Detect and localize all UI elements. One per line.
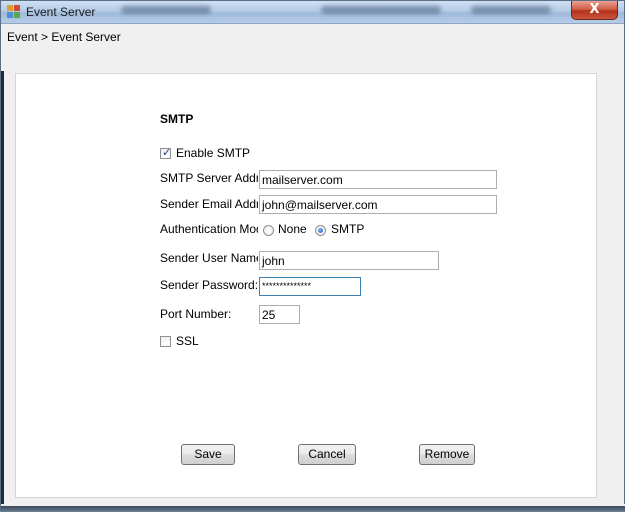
auth-none-label[interactable]: None xyxy=(278,222,307,236)
window-title: Event Server xyxy=(26,5,96,19)
event-server-window: Event Server X Event > Event Server SMTP… xyxy=(0,0,625,512)
sender-user-input[interactable]: john xyxy=(259,251,439,270)
save-button[interactable]: Save xyxy=(181,444,235,465)
section-title: SMTP xyxy=(160,112,194,126)
sender-user-label: Sender User Name xyxy=(160,251,258,265)
enable-smtp-label[interactable]: Enable SMTP xyxy=(176,146,250,160)
title-bar[interactable]: Event Server X xyxy=(1,1,624,24)
sender-password-label: Sender Password: xyxy=(160,278,259,292)
smtp-server-input[interactable]: mailserver.com xyxy=(259,170,497,189)
sender-email-label: Sender Email Address xyxy=(160,197,258,211)
auth-smtp-radio[interactable] xyxy=(315,225,326,236)
left-frame-edge xyxy=(1,71,10,512)
breadcrumb: Event > Event Server xyxy=(7,30,121,44)
cancel-button[interactable]: Cancel xyxy=(298,444,356,465)
close-button[interactable]: X xyxy=(571,1,618,20)
smtp-server-label: SMTP Server Address xyxy=(160,171,258,185)
ssl-checkbox[interactable] xyxy=(160,336,171,347)
auth-none-radio[interactable] xyxy=(263,225,274,236)
sender-email-input[interactable]: john@mailserver.com xyxy=(259,195,497,214)
ssl-label[interactable]: SSL xyxy=(176,334,199,348)
sender-password-input[interactable]: ************** xyxy=(259,277,361,296)
enable-smtp-checkbox[interactable]: ✓ xyxy=(160,146,172,159)
auth-mode-label: Authentication Mode xyxy=(160,222,258,236)
port-number-label: Port Number: xyxy=(160,307,232,321)
title-bar-blur xyxy=(121,6,211,14)
auth-smtp-label[interactable]: SMTP xyxy=(331,222,364,236)
port-number-input[interactable]: 25 xyxy=(259,305,300,324)
remove-button[interactable]: Remove xyxy=(419,444,475,465)
app-icon xyxy=(7,5,20,18)
title-bar-blur xyxy=(321,6,441,14)
title-bar-blur xyxy=(471,6,551,14)
radio-selected-icon xyxy=(318,228,323,233)
checkmark-icon: ✓ xyxy=(162,146,172,159)
